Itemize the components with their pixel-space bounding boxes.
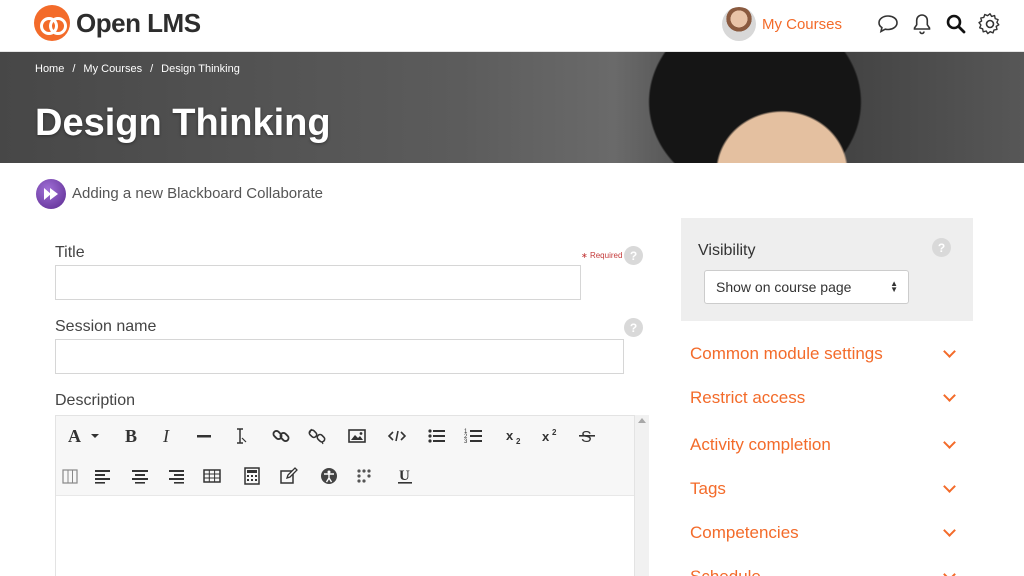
section-label: Schedule <box>690 567 761 576</box>
top-navbar: Open LMS My Courses <box>0 0 1024 52</box>
unlink-icon[interactable] <box>305 424 329 448</box>
chevron-down-icon <box>943 436 956 449</box>
breadcrumb: Home / My Courses / Design Thinking <box>35 63 240 75</box>
svg-text:B: B <box>125 426 137 446</box>
chevron-down-icon <box>943 568 956 576</box>
my-courses-link[interactable]: My Courses <box>762 16 842 33</box>
numbered-list-icon[interactable]: 123 <box>462 424 486 448</box>
description-label: Description <box>55 392 136 409</box>
search-icon[interactable] <box>944 12 968 36</box>
session-name-help-icon[interactable]: ? <box>624 318 643 337</box>
clear-formatting-icon[interactable] <box>228 424 252 448</box>
bullet-list-icon[interactable] <box>425 424 449 448</box>
table-columns-icon[interactable] <box>58 464 82 488</box>
svg-text:3: 3 <box>464 439 468 445</box>
subscript-icon[interactable]: x2 <box>503 424 527 448</box>
collaborate-icon <box>36 179 66 209</box>
screenreader-icon[interactable] <box>353 464 377 488</box>
chat-icon[interactable] <box>876 12 900 36</box>
svg-text:I: I <box>162 426 170 446</box>
section-label: Tags <box>690 479 726 498</box>
svg-text:S: S <box>581 429 592 446</box>
hero-background-image <box>620 52 890 163</box>
breadcrumb-home[interactable]: Home <box>35 63 64 75</box>
section-competencies[interactable]: Competencies <box>690 518 960 548</box>
svg-text:A: A <box>68 426 81 446</box>
section-activity-completion[interactable]: Activity completion <box>690 430 960 460</box>
section-restrict-access[interactable]: Restrict access <box>690 383 960 413</box>
section-label: Restrict access <box>690 388 806 407</box>
strikethrough-icon[interactable]: S <box>575 424 599 448</box>
align-right-icon[interactable] <box>164 464 188 488</box>
breadcrumb-separator: / <box>150 63 154 75</box>
breadcrumb-course[interactable]: Design Thinking <box>161 63 240 75</box>
breadcrumb-separator: / <box>72 63 76 75</box>
visibility-select[interactable]: Show on course page ▲ ▼ <box>704 270 909 304</box>
description-editor[interactable]: A B I 123 x2 x 2 S U <box>55 415 635 576</box>
chevron-down-icon <box>943 345 956 358</box>
editor-toolbar-row-2: U <box>56 456 634 496</box>
gear-icon[interactable] <box>978 12 1002 36</box>
superscript-icon[interactable]: x2 <box>539 424 563 448</box>
title-help-icon[interactable]: ? <box>624 246 643 265</box>
svg-text:x: x <box>506 428 514 443</box>
title-label: Title <box>55 244 85 261</box>
editor-scrollbar[interactable] <box>635 415 649 576</box>
chevron-down-icon <box>943 389 956 402</box>
bold-icon[interactable]: B <box>119 424 143 448</box>
page-title: Design Thinking <box>35 102 331 144</box>
avatar[interactable] <box>721 7 756 41</box>
underline-icon[interactable]: U <box>393 464 417 488</box>
section-tags[interactable]: Tags <box>690 474 960 504</box>
section-common-module-settings[interactable]: Common module settings <box>690 339 960 369</box>
course-hero-banner: Home / My Courses / Design Thinking Desi… <box>0 52 1024 163</box>
horizontal-rule-icon[interactable] <box>192 424 216 448</box>
align-left-icon[interactable] <box>91 464 115 488</box>
nav-actions: My Courses <box>721 7 1002 41</box>
svg-text:2: 2 <box>516 437 521 446</box>
required-indicator: ∗ Required <box>581 251 622 260</box>
session-name-label: Session name <box>55 318 157 335</box>
activity-heading: Adding a new Blackboard Collaborate <box>72 185 323 202</box>
required-asterisk-icon: ∗ <box>581 251 590 260</box>
section-label: Competencies <box>690 523 799 542</box>
title-input[interactable] <box>55 265 581 300</box>
editor-toolbar-row-1: A B I 123 x2 x 2 S <box>56 416 634 456</box>
accessibility-icon[interactable] <box>317 464 341 488</box>
italic-icon[interactable]: I <box>155 424 179 448</box>
logo-icon <box>34 5 70 41</box>
scroll-up-arrow-icon[interactable] <box>638 418 646 423</box>
section-schedule[interactable]: Schedule <box>690 562 960 576</box>
svg-text:x: x <box>542 429 550 444</box>
section-label: Activity completion <box>690 435 831 454</box>
font-family-icon[interactable]: A <box>66 424 102 448</box>
align-center-icon[interactable] <box>128 464 152 488</box>
link-icon[interactable] <box>269 424 293 448</box>
image-icon[interactable] <box>345 424 369 448</box>
chevron-down-icon <box>943 524 956 537</box>
table-icon[interactable] <box>200 464 224 488</box>
visibility-help-icon[interactable]: ? <box>932 238 951 257</box>
calculator-icon[interactable] <box>240 464 264 488</box>
bell-icon[interactable] <box>910 12 934 36</box>
html-source-icon[interactable] <box>385 424 409 448</box>
svg-text:U: U <box>399 468 410 484</box>
required-label: Required <box>589 251 623 260</box>
select-arrows-icon: ▲ ▼ <box>890 279 898 294</box>
brand-name: Open LMS <box>76 7 201 38</box>
visibility-label: Visibility <box>698 242 756 259</box>
section-label: Common module settings <box>690 344 883 363</box>
visibility-select-value: Show on course page <box>716 279 852 295</box>
session-name-input[interactable] <box>55 339 624 374</box>
svg-text:2: 2 <box>552 428 557 437</box>
edit-icon[interactable] <box>277 464 301 488</box>
visibility-panel: Visibility ? Show on course page ▲ ▼ <box>681 218 973 321</box>
breadcrumb-my-courses[interactable]: My Courses <box>83 63 142 75</box>
chevron-down-icon <box>943 480 956 493</box>
brand-logo[interactable]: Open LMS <box>34 5 201 41</box>
